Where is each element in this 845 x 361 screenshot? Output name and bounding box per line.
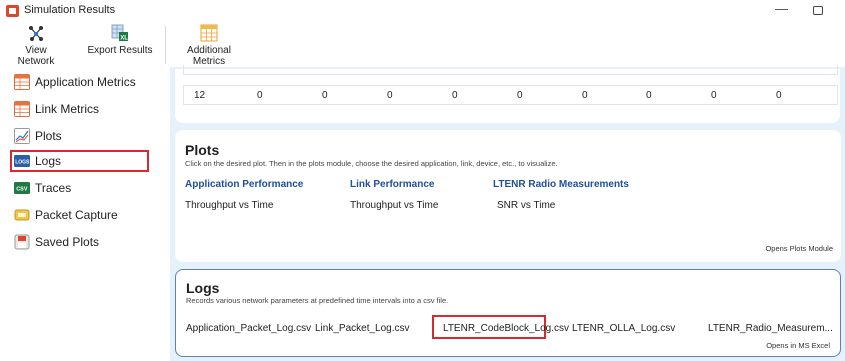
excel-export-icon: XL [111, 24, 128, 42]
table-cell: 0 [322, 90, 328, 101]
svg-text:LOGS: LOGS [15, 160, 30, 166]
sidebar-item-traces[interactable]: CSV Traces [14, 177, 71, 199]
plot-link-app-throughput[interactable]: Throughput vs Time [185, 200, 273, 211]
log-link-link-packet[interactable]: Link_Packet_Log.csv [315, 323, 410, 334]
sidebar-item-logs[interactable]: LOGS Logs [10, 150, 149, 172]
main-content: 12 0 0 0 0 0 0 0 0 0 Plots Click on the … [170, 65, 845, 361]
sidebar-item-saved-plots[interactable]: Saved Plots [14, 231, 99, 253]
plots-column-header: LTENR Radio Measurements [493, 179, 629, 190]
minimize-button[interactable]: — [775, 1, 788, 16]
sidebar-item-application-metrics[interactable]: Application Metrics [14, 71, 136, 93]
title-bar: Simulation Results — [0, 0, 845, 22]
maximize-button[interactable] [813, 6, 823, 15]
plots-footer: Opens Plots Module [765, 244, 833, 253]
additional-metrics-button[interactable]: Additional Metrics [174, 24, 244, 67]
table-icon [200, 24, 218, 42]
sidebar-item-label: Application Metrics [35, 75, 136, 89]
sidebar-item-plots[interactable]: Plots [14, 125, 62, 147]
toolbar: View Network XL Export Results Additiona… [0, 22, 845, 67]
sidebar: Application Metrics Link Metrics Plots L… [0, 67, 160, 361]
packet-capture-icon [14, 209, 30, 221]
saved-plots-icon [14, 234, 30, 250]
sidebar-item-label: Logs [35, 154, 62, 168]
table-cell: 12 [194, 90, 206, 101]
plots-description: Click on the desired plot. Then in the p… [185, 159, 558, 168]
network-icon [29, 26, 43, 41]
app-icon [6, 5, 19, 17]
table-cell: 0 [257, 90, 263, 101]
additional-metrics-label: Additional Metrics [187, 45, 231, 67]
svg-text:XL: XL [120, 36, 128, 42]
plots-column-header: Link Performance [350, 179, 435, 190]
svg-text:CSV: CSV [16, 187, 28, 193]
sidebar-item-label: Saved Plots [35, 235, 100, 249]
sidebar-item-packet-capture[interactable]: Packet Capture [14, 204, 118, 226]
logs-footer: Opens in MS Excel [766, 341, 830, 350]
table-cell: 0 [387, 90, 393, 101]
log-link-application-packet[interactable]: Application_Packet_Log.csv [186, 323, 311, 334]
logs-card: Logs Records various network parameters … [175, 269, 841, 357]
table-cell: 0 [517, 90, 523, 101]
table-row-partial [183, 65, 838, 75]
log-link-ltenr-olla[interactable]: LTENR_OLLA_Log.csv [572, 323, 675, 334]
sidebar-item-link-metrics[interactable]: Link Metrics [14, 98, 99, 120]
table-cell: 0 [776, 90, 782, 101]
table-row: 12 0 0 0 0 0 0 0 0 0 [183, 85, 838, 105]
export-results-label: Export Results [87, 45, 153, 56]
sidebar-item-label: Traces [35, 181, 72, 195]
table-cell: 0 [711, 90, 717, 101]
sidebar-item-label: Packet Capture [35, 208, 118, 222]
table-icon [14, 74, 30, 90]
sidebar-item-label: Plots [35, 129, 62, 143]
plot-link-link-throughput[interactable]: Throughput vs Time [350, 200, 438, 211]
plots-card: Plots Click on the desired plot. Then in… [175, 130, 841, 262]
toolbar-separator [165, 26, 166, 64]
chart-icon [14, 128, 30, 144]
table-cell: 0 [582, 90, 588, 101]
logs-icon: LOGS [14, 155, 30, 167]
plots-column-header: Application Performance [185, 179, 304, 190]
table-cell: 0 [646, 90, 652, 101]
plots-title: Plots [185, 142, 220, 158]
table-icon [14, 101, 30, 117]
table-cell: 0 [452, 90, 458, 101]
log-link-ltenr-codeblock[interactable]: LTENR_CodeBlock_Log.csv [443, 323, 569, 334]
view-network-button[interactable]: View Network [8, 24, 64, 67]
view-network-label: View Network [17, 45, 55, 67]
plot-link-snr[interactable]: SNR vs Time [497, 200, 555, 211]
sidebar-item-label: Link Metrics [35, 102, 100, 116]
metrics-table-card: 12 0 0 0 0 0 0 0 0 0 [175, 65, 840, 123]
logs-title: Logs [186, 280, 220, 296]
log-link-ltenr-radio[interactable]: LTENR_Radio_Measurem... [708, 323, 833, 334]
csv-icon: CSV [14, 182, 30, 194]
window-title: Simulation Results [24, 4, 116, 16]
export-results-button[interactable]: XL Export Results [86, 24, 154, 64]
logs-description: Records various network parameters at pr… [186, 296, 449, 305]
